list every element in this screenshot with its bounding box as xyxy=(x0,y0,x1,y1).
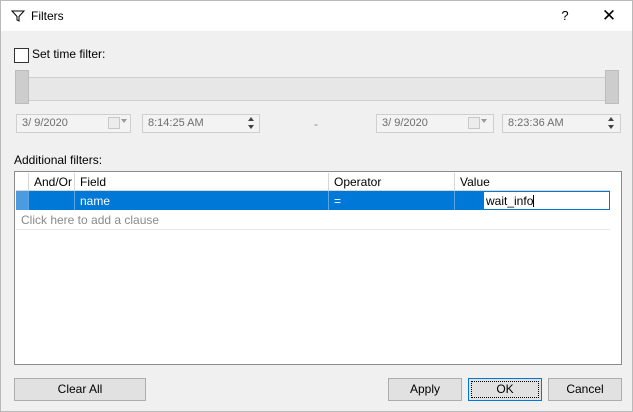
column-header-operator[interactable]: Operator xyxy=(329,173,455,191)
field-cell[interactable]: name xyxy=(75,191,329,210)
and-or-cell[interactable] xyxy=(29,191,75,210)
row-selector-header xyxy=(16,173,29,191)
help-button[interactable]: ? xyxy=(553,5,577,27)
spin-up-icon[interactable] xyxy=(608,117,614,121)
start-date-picker[interactable]: 3/ 9/2020 xyxy=(16,114,131,133)
filter-icon xyxy=(11,10,25,22)
title-bar: Filters ? ✕ xyxy=(1,1,632,31)
row-selector[interactable] xyxy=(16,191,29,210)
end-time-spinner[interactable] xyxy=(604,116,619,131)
apply-button[interactable]: Apply xyxy=(388,378,462,401)
clear-all-button[interactable]: Clear All xyxy=(14,378,146,401)
column-header-and-or[interactable]: And/Or xyxy=(29,173,75,191)
time-filter-label: Set time filter: xyxy=(32,47,106,61)
start-time-spinner[interactable] xyxy=(244,116,259,131)
chevron-down-icon[interactable] xyxy=(121,119,127,123)
start-time-field[interactable]: 8:14:25 AM xyxy=(142,114,260,133)
value-text: wait_info xyxy=(486,194,534,208)
window-title: Filters xyxy=(31,9,64,23)
end-time-field[interactable]: 8:23:36 AM xyxy=(502,114,621,133)
filters-dialog: Filters ? ✕ Set time filter: 3/ 9/2020 8… xyxy=(0,0,633,412)
start-time-value: 8:14:25 AM xyxy=(148,117,204,129)
spin-up-icon[interactable] xyxy=(248,117,254,121)
end-date-calendar-checkbox[interactable] xyxy=(468,117,480,129)
chevron-down-icon[interactable] xyxy=(481,119,487,123)
additional-filters-label: Additional filters: xyxy=(14,153,103,167)
grid-header: And/Or Field Operator Value xyxy=(16,173,610,191)
range-end-handle[interactable] xyxy=(605,70,619,104)
time-filter-checkbox[interactable] xyxy=(14,48,29,63)
time-range-track[interactable] xyxy=(17,77,619,101)
table-row[interactable]: name = wait_info xyxy=(16,191,610,210)
end-date-value: 3/ 9/2020 xyxy=(382,117,428,129)
spin-down-icon[interactable] xyxy=(608,125,614,129)
cancel-button[interactable]: Cancel xyxy=(548,378,622,401)
filter-grid[interactable]: And/Or Field Operator Value name = wait_… xyxy=(14,171,622,365)
range-separator: - xyxy=(314,117,318,131)
end-time-value: 8:23:36 AM xyxy=(508,117,564,129)
start-date-calendar-checkbox[interactable] xyxy=(108,117,120,129)
range-start-handle[interactable] xyxy=(15,70,29,104)
close-button[interactable]: ✕ xyxy=(597,5,621,27)
operator-cell[interactable]: = xyxy=(329,191,455,210)
text-caret xyxy=(533,195,535,207)
column-header-value[interactable]: Value xyxy=(455,173,610,191)
value-input[interactable]: wait_info xyxy=(483,191,610,210)
spin-down-icon[interactable] xyxy=(248,125,254,129)
focus-rectangle xyxy=(471,381,539,398)
start-date-value: 3/ 9/2020 xyxy=(22,117,68,129)
ok-button[interactable]: OK xyxy=(468,378,542,401)
add-clause-row[interactable]: Click here to add a clause xyxy=(16,210,610,230)
column-header-field[interactable]: Field xyxy=(75,173,329,191)
end-date-picker[interactable]: 3/ 9/2020 xyxy=(376,114,494,133)
